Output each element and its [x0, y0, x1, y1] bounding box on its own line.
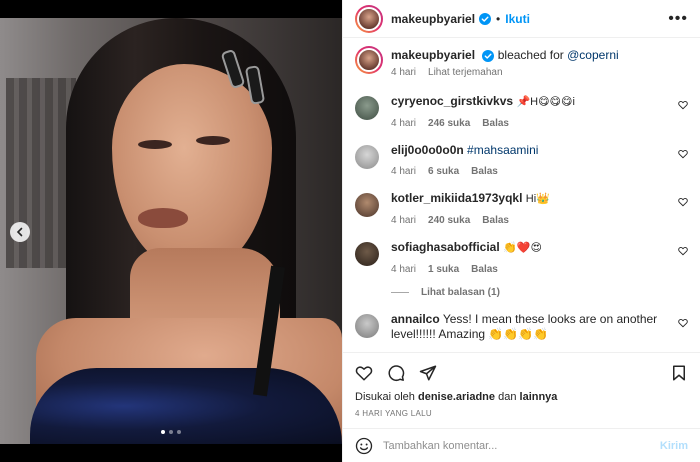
commenter-avatar[interactable]	[355, 145, 379, 169]
comment-item: cyryenoc_girstkivkvs 📌H😋😋😋i 4 hari 246 s…	[355, 94, 688, 129]
post-date[interactable]: 4 HARI YANG LALU	[355, 409, 688, 418]
verified-badge-icon	[479, 12, 492, 25]
comment-item: annailco Yess! I mean these looks are on…	[355, 312, 688, 342]
comment-item: kotler_mikiida1973yqkl Hi👑 4 hari 240 su…	[355, 191, 688, 226]
action-bar	[355, 361, 688, 385]
caption-username[interactable]: makeupbyariel	[391, 48, 475, 62]
comment-likes[interactable]: 1 suka	[428, 264, 459, 275]
chevron-left-icon	[16, 227, 23, 237]
like-comment-heart-icon[interactable]	[678, 100, 688, 110]
comment-time[interactable]: 4 hari	[391, 118, 416, 129]
carousel-prev-button[interactable]	[10, 222, 30, 242]
comment-icon[interactable]	[387, 364, 405, 382]
commenter-avatar[interactable]	[355, 96, 379, 120]
bookmark-icon[interactable]	[670, 364, 688, 382]
comment-username[interactable]: kotler_mikiida1973yqkl	[391, 191, 522, 205]
separator-dot: •	[496, 11, 501, 26]
caption: makeupbyariel bleached for @coperni 4 ha…	[355, 46, 688, 78]
comment-text: 📌H😋😋😋i	[516, 96, 575, 108]
follow-button[interactable]: Ikuti	[505, 12, 530, 26]
comment-username[interactable]: cyryenoc_girstkivkvs	[391, 94, 513, 108]
reply-button[interactable]: Balas	[471, 166, 498, 177]
comment-username[interactable]: sofiaghasabofficial	[391, 240, 500, 254]
post-photo	[0, 18, 342, 444]
comment-likes[interactable]: 6 suka	[428, 166, 459, 177]
liked-by-user[interactable]: denise.ariadne	[418, 391, 495, 403]
commenter-avatar[interactable]	[355, 242, 379, 266]
author-avatar[interactable]	[355, 4, 383, 33]
commenter-avatar[interactable]	[355, 193, 379, 217]
like-comment-heart-icon[interactable]	[678, 197, 688, 207]
carousel-dot	[161, 430, 165, 434]
post-media	[0, 0, 342, 462]
caption-avatar[interactable]	[355, 46, 383, 74]
liked-by-prefix: Disukai oleh	[355, 391, 415, 403]
reply-button[interactable]: Balas	[471, 264, 498, 275]
add-comment-bar: Kirim	[343, 428, 700, 462]
verified-badge-icon	[482, 49, 495, 62]
comment-item: sofiaghasabofficial 👏❤️😍 4 hari 1 suka B…	[355, 240, 688, 275]
post-comment-button[interactable]: Kirim	[660, 440, 688, 452]
like-comment-heart-icon[interactable]	[678, 318, 688, 328]
view-replies-label: Lihat balasan (1)	[421, 287, 500, 298]
liked-by-mid: dan	[498, 391, 517, 403]
caption-text: bleached for	[497, 48, 564, 62]
likes-summary: Disukai oleh denise.ariadne dan lainnya	[355, 391, 688, 403]
instagram-post-modal: makeupbyariel • Ikuti ••• makeupbyariel	[0, 0, 700, 462]
comments-list[interactable]: makeupbyariel bleached for @coperni 4 ha…	[343, 38, 700, 352]
comment-text: Hi👑	[525, 193, 550, 205]
liked-by-others[interactable]: lainnya	[520, 391, 558, 403]
caption-mention[interactable]: @coperni	[567, 48, 619, 62]
emoji-smiley-icon[interactable]	[355, 437, 373, 455]
comment-likes[interactable]: 246 suka	[428, 118, 470, 129]
reply-button[interactable]: Balas	[482, 118, 509, 129]
more-options-button[interactable]: •••	[668, 10, 688, 28]
caption-time[interactable]: 4 hari	[391, 67, 416, 78]
commenter-avatar[interactable]	[355, 314, 379, 338]
comment-likes[interactable]: 240 suka	[428, 215, 470, 226]
replies-divider	[391, 292, 409, 293]
post-header: makeupbyariel • Ikuti •••	[343, 0, 700, 38]
comment-item: elij0o0o0o0n #mahsaamini 4 hari 6 suka B…	[355, 143, 688, 177]
comment-text: 👏❤️😍	[503, 242, 542, 254]
like-comment-heart-icon[interactable]	[678, 246, 688, 256]
carousel-dot	[177, 430, 181, 434]
post-side-panel: makeupbyariel • Ikuti ••• makeupbyariel	[342, 0, 700, 462]
carousel-dot	[169, 430, 173, 434]
author-username[interactable]: makeupbyariel	[391, 12, 475, 26]
share-icon[interactable]	[419, 364, 437, 382]
post-actions: Disukai oleh denise.ariadne dan lainnya …	[343, 352, 700, 418]
heart-icon[interactable]	[355, 364, 373, 382]
see-translation-link[interactable]: Lihat terjemahan	[428, 67, 503, 78]
comment-username[interactable]: elij0o0o0o0n	[391, 143, 464, 157]
carousel-indicator	[0, 430, 342, 434]
add-comment-input[interactable]	[383, 439, 660, 452]
reply-button[interactable]: Balas	[482, 215, 509, 226]
comment-time[interactable]: 4 hari	[391, 166, 416, 177]
like-comment-heart-icon[interactable]	[678, 149, 688, 159]
view-replies-button[interactable]: Lihat balasan (1)	[391, 287, 688, 298]
comment-hashtag[interactable]: #mahsaamini	[467, 143, 538, 157]
comment-time[interactable]: 4 hari	[391, 264, 416, 275]
comment-time[interactable]: 4 hari	[391, 215, 416, 226]
comment-username[interactable]: annailco	[391, 312, 440, 326]
